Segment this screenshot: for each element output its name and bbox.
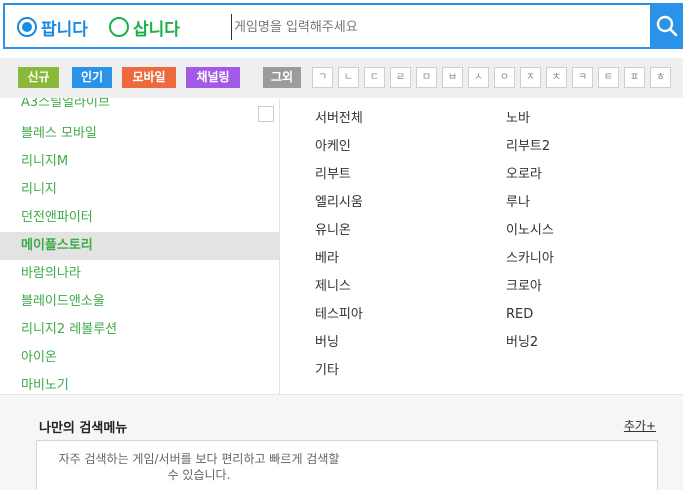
game-item[interactable]: 리니지2 레볼루션 <box>0 316 279 344</box>
server-item[interactable]: 제니스 <box>315 273 351 301</box>
consonant-button[interactable]: ㅋ <box>572 67 593 88</box>
tag-popular-button[interactable]: 인기 <box>72 67 112 88</box>
sell-radio[interactable]: 팝니다 <box>17 15 88 40</box>
search-icon <box>656 15 677 37</box>
consonant-button[interactable]: ㅊ <box>546 67 567 88</box>
server-item[interactable]: 이노시스 <box>506 217 554 245</box>
search-input[interactable] <box>231 14 631 40</box>
consonant-filter: ㄱ ㄴ ㄷ ㄹ ㅁ ㅂ ㅅ ㅇ ㅈ ㅊ ㅋ ㅌ ㅍ ㅎ <box>312 67 676 88</box>
radio-unselected-icon <box>109 17 129 37</box>
server-item[interactable]: 유니온 <box>315 217 351 245</box>
tag-mobile-button[interactable]: 모바일 <box>122 67 176 88</box>
search-bar: 팝니다 삽니다 <box>3 3 683 49</box>
tag-channeling-button[interactable]: 채널링 <box>186 67 240 88</box>
consonant-button[interactable]: ㅌ <box>598 67 619 88</box>
server-item[interactable]: 테스피아 <box>315 301 363 329</box>
server-item[interactable]: 엘리시움 <box>315 189 363 217</box>
consonant-button[interactable]: ㅍ <box>624 67 645 88</box>
consonant-button[interactable]: ㅈ <box>520 67 541 88</box>
game-item[interactable]: 던전앤파이터 <box>0 204 279 232</box>
game-item[interactable]: 리니지 <box>0 176 279 204</box>
game-item[interactable]: 마비노기 <box>0 372 279 394</box>
server-item[interactable]: 크로아 <box>506 273 542 301</box>
server-item[interactable]: 베라 <box>315 245 339 273</box>
consonant-button[interactable]: ㄹ <box>390 67 411 88</box>
tag-etc-button[interactable]: 그외 <box>263 67 301 88</box>
game-item[interactable]: 바람의나라 <box>0 260 279 288</box>
server-item[interactable]: 버닝2 <box>506 329 538 357</box>
server-item[interactable]: 리부트 <box>315 161 351 189</box>
server-item[interactable]: RED <box>506 301 533 329</box>
game-item[interactable]: 블레이드앤소울 <box>0 288 279 316</box>
consonant-button[interactable]: ㅇ <box>494 67 515 88</box>
server-list: 서버전체 아케인 리부트 엘리시움 유니온 베라 제니스 테스피아 버닝 기타 … <box>281 98 683 394</box>
list-checkbox[interactable] <box>258 106 274 122</box>
buy-radio[interactable]: 삽니다 <box>109 15 180 40</box>
game-item-selected[interactable]: 메이플스토리 <box>0 232 279 260</box>
filter-bar: 신규 인기 모바일 채널링 그외 ㄱ ㄴ ㄷ ㄹ ㅁ ㅂ ㅅ ㅇ ㅈ ㅊ ㅋ ㅌ… <box>0 58 683 98</box>
sell-label: 팝니다 <box>41 19 88 40</box>
consonant-button[interactable]: ㄷ <box>364 67 385 88</box>
search-button[interactable] <box>650 5 683 47</box>
my-search-menu: 나만의 검색메뉴 추가+ 자주 검색하는 게임/서버를 보다 편리하고 빠르게 … <box>0 394 683 490</box>
game-item[interactable]: 아이온 <box>0 344 279 372</box>
my-search-menu-box: 자주 검색하는 게임/서버를 보다 편리하고 빠르게 검색할 수 있습니다. <box>36 440 658 490</box>
add-menu-link[interactable]: 추가+ <box>624 417 656 434</box>
consonant-button[interactable]: ㅅ <box>468 67 489 88</box>
game-item[interactable]: 리니지M <box>0 148 279 176</box>
server-item[interactable]: 루나 <box>506 189 530 217</box>
server-item[interactable]: 노바 <box>506 105 530 133</box>
game-item[interactable]: 블레스 모바일 <box>0 120 279 148</box>
consonant-button[interactable]: ㄴ <box>338 67 359 88</box>
consonant-button[interactable]: ㄱ <box>312 67 333 88</box>
my-search-menu-description: 자주 검색하는 게임/서버를 보다 편리하고 빠르게 검색할 수 있습니다. <box>58 452 340 482</box>
server-item[interactable]: 오로라 <box>506 161 542 189</box>
consonant-button[interactable]: ㅁ <box>416 67 437 88</box>
buy-label: 삽니다 <box>133 19 180 40</box>
server-item[interactable]: 버닝 <box>315 329 339 357</box>
server-item[interactable]: 기타 <box>315 357 339 385</box>
server-item[interactable]: 스카니아 <box>506 245 554 273</box>
consonant-button[interactable]: ㅂ <box>442 67 463 88</box>
consonant-button[interactable]: ㅎ <box>650 67 671 88</box>
server-item[interactable]: 서버전체 <box>315 105 363 133</box>
server-item[interactable]: 아케인 <box>315 133 351 161</box>
tag-new-button[interactable]: 신규 <box>18 67 59 88</box>
server-item[interactable]: 리부트2 <box>506 133 550 161</box>
my-search-menu-title: 나만의 검색메뉴 <box>39 421 128 436</box>
game-item[interactable]: A3스틸얼라이브 <box>0 98 279 120</box>
game-list: A3스틸얼라이브 블레스 모바일 리니지M 리니지 던전앤파이터 메이플스토리 … <box>0 98 280 394</box>
radio-selected-icon <box>17 17 37 37</box>
